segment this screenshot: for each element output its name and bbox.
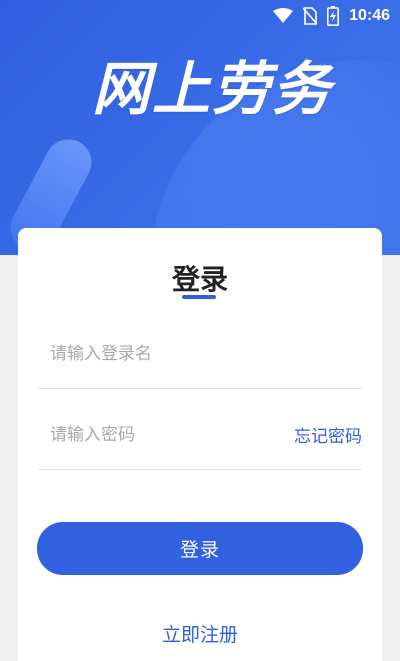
wifi-icon [273,8,294,24]
register-link[interactable]: 立即注册 [18,620,382,647]
header-banner [0,0,400,255]
title-underline [182,295,216,299]
login-card: 登录 忘记密码 登录 立即注册 [18,228,382,661]
password-input[interactable] [38,424,294,445]
no-sim-icon [303,7,318,25]
app-title: 网上劳务 [92,55,333,123]
status-bar: 10:46 [0,0,400,32]
login-button[interactable]: 登录 [37,522,363,575]
clock-time: 10:46 [349,7,390,24]
forgot-password-link[interactable]: 忘记密码 [294,422,362,447]
username-input[interactable] [38,343,362,364]
battery-charging-icon [327,6,340,26]
username-field-row [38,319,362,389]
login-title: 登录 [171,263,228,296]
password-field-row: 忘记密码 [38,400,362,470]
